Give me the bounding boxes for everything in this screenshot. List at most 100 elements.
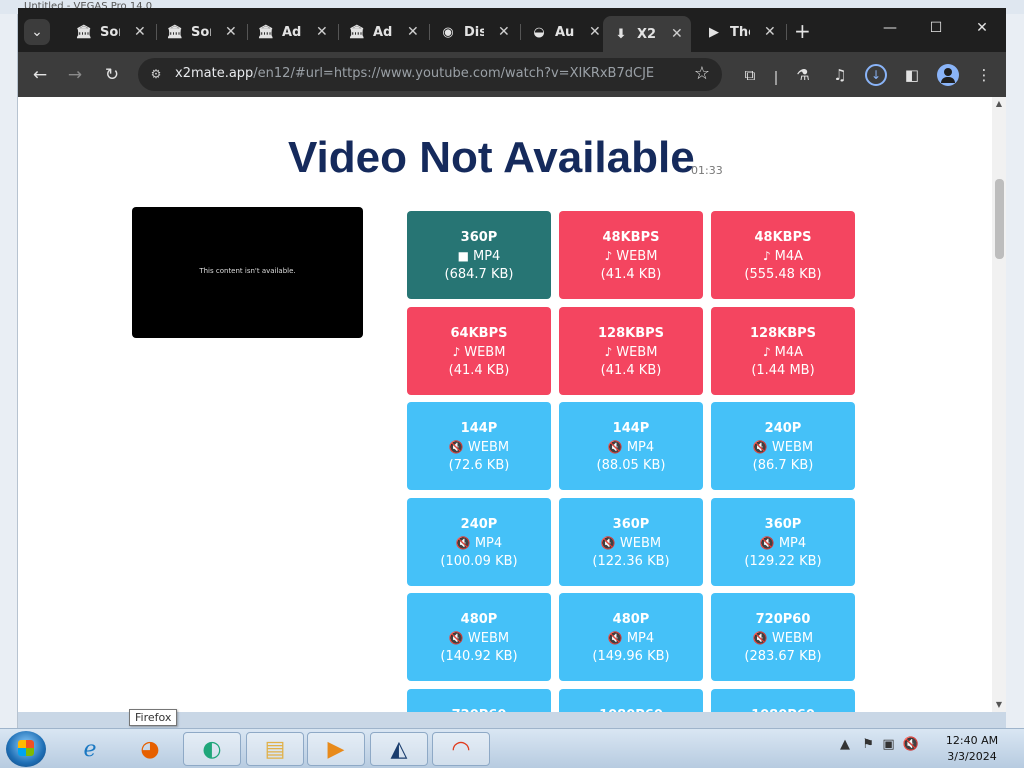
show-hidden-icons-icon[interactable]: ▲: [840, 737, 850, 752]
taskbar-app-audacity[interactable]: ◠: [432, 732, 490, 766]
browser-toolbar: ← → ↻ ⚙ x2mate.app/en12/#url=https://www…: [18, 52, 1006, 97]
labs-flask-icon[interactable]: ⚗: [793, 65, 813, 85]
extensions-icon[interactable]: ⧉: [740, 65, 760, 85]
download-option-button[interactable]: 360P 🔇 MP4 (129.22 KB): [711, 497, 855, 586]
option-size: (41.4 KB): [448, 362, 510, 378]
new-tab-button[interactable]: +: [794, 21, 811, 41]
download-option-button[interactable]: 128KBPS ♪ M4A (1.44 MB): [711, 306, 855, 395]
option-size: (149.96 KB): [592, 649, 670, 664]
tab-close-icon[interactable]: ✕: [225, 24, 237, 40]
menu-kebab-icon[interactable]: ⋮: [974, 65, 994, 85]
tab-close-icon[interactable]: ✕: [764, 24, 776, 40]
minimize-button[interactable]: —: [870, 20, 910, 36]
download-option-button[interactable]: 360P 🔇 WEBM (122.36 KB): [559, 497, 703, 586]
download-option-button[interactable]: 1080P60: [559, 688, 703, 712]
media-player-icon: ▶: [327, 736, 345, 762]
tab-close-icon[interactable]: ✕: [407, 24, 419, 40]
video-player[interactable]: This content isn't available.: [132, 207, 363, 338]
vegas-icon: ◭: [390, 736, 408, 762]
option-format: M4A: [774, 249, 804, 264]
taskbar-app-internet-explorer[interactable]: ℯ: [61, 732, 119, 766]
taskbar-app-media-player[interactable]: ▶: [307, 732, 365, 766]
address-bar[interactable]: ⚙ x2mate.app/en12/#url=https://www.youtu…: [138, 58, 722, 91]
browser-tab[interactable]: 🏛 Son ✕: [66, 16, 157, 48]
browser-tab[interactable]: ◉ Dis ✕: [430, 16, 521, 48]
option-size: (41.4 KB): [600, 362, 662, 378]
volume-muted-icon[interactable]: 🔇: [903, 737, 919, 752]
download-option-button[interactable]: 720P60 🔇 WEBM (283.67 KB): [711, 593, 855, 681]
download-option-button[interactable]: 128KBPS ♪ WEBM (41.4 KB): [559, 306, 703, 395]
taskbar-app-file-explorer[interactable]: ▤: [246, 732, 304, 766]
browser-window: ⌄ 🏛 Son ✕ 🏛 Son ✕ 🏛 Adc ✕ 🏛 Adc ✕ ◉ Dis ✕ ◒ Auc ✕ ⬇ X2M ✕ ▶ Th…: [18, 8, 1006, 712]
browser-tab[interactable]: 🏛 Son ✕: [157, 16, 248, 48]
download-option-button[interactable]: 144P 🔇 MP4 (88.05 KB): [559, 402, 703, 490]
download-option-button[interactable]: 1080P60: [711, 688, 855, 712]
maximize-button[interactable]: ☐: [916, 20, 956, 36]
browser-tab[interactable]: 🏛 Adc ✕: [339, 16, 430, 48]
taskbar-app-vegas-pro[interactable]: ◭: [370, 732, 428, 766]
download-option-button[interactable]: 48KBPS ♪ WEBM (41.4 KB): [559, 211, 703, 299]
reload-button[interactable]: ↻: [101, 64, 123, 86]
muted-speaker-icon: 🔇: [759, 535, 775, 550]
browser-tab[interactable]: 🏛 Adc ✕: [248, 16, 339, 48]
option-format-row: ♪ WEBM: [559, 343, 703, 362]
bank-icon: 🏛: [348, 24, 366, 40]
forward-button[interactable]: →: [64, 64, 86, 86]
tab-title: Dis: [464, 24, 484, 40]
download-option-button[interactable]: 480P 🔇 WEBM (140.92 KB): [407, 593, 551, 681]
tab-search-button[interactable]: ⌄: [24, 19, 50, 45]
tab-close-icon[interactable]: ✕: [134, 24, 146, 40]
start-button[interactable]: [6, 731, 46, 767]
option-size: (555.48 KB): [744, 267, 822, 282]
option-format: MP4: [473, 249, 501, 264]
browser-tab[interactable]: ▶ The ✕: [696, 16, 787, 48]
tab-title: Son: [100, 24, 120, 40]
youtube-icon: ▶: [709, 24, 719, 40]
back-button[interactable]: ←: [29, 64, 51, 86]
video-duration: 01:33: [691, 164, 723, 177]
side-panel-icon[interactable]: ◧: [902, 65, 922, 85]
profile-avatar-icon[interactable]: [937, 64, 959, 86]
music-note-icon: ♪: [762, 249, 771, 263]
page-scrollbar[interactable]: ▲ ▼: [992, 97, 1006, 712]
network-icon[interactable]: ▣: [882, 737, 894, 752]
scrollbar-thumb[interactable]: [995, 179, 1004, 259]
system-clock[interactable]: 12:40 AM 3/3/2024: [930, 733, 1014, 765]
option-format: M4A: [774, 344, 804, 360]
tab-close-icon[interactable]: ✕: [589, 24, 601, 40]
muted-speaker-icon: 🔇: [607, 440, 623, 454]
option-quality: 144P: [460, 421, 498, 436]
tab-title: Adc: [282, 24, 302, 40]
download-option-button[interactable]: 720P60: [407, 688, 551, 712]
muted-speaker-icon: 🔇: [455, 535, 471, 550]
download-option-button[interactable]: 240P 🔇 MP4 (100.09 KB): [407, 497, 551, 586]
page-title: Video Not Available: [288, 133, 695, 182]
site-info-icon[interactable]: ⚙: [148, 66, 164, 82]
close-window-button[interactable]: ✕: [962, 20, 1002, 36]
bookmark-star-icon[interactable]: ☆: [694, 63, 710, 84]
option-format: MP4: [626, 440, 655, 455]
scroll-up-icon[interactable]: ▲: [995, 99, 1003, 108]
scroll-down-icon[interactable]: ▼: [995, 700, 1003, 709]
download-option-button[interactable]: 48KBPS ♪ M4A (555.48 KB): [711, 211, 855, 299]
browser-tab[interactable]: ⬇ X2M ✕: [603, 16, 691, 52]
tab-close-icon[interactable]: ✕: [316, 24, 328, 40]
option-format-row: 🔇 WEBM: [407, 438, 551, 457]
download-option-button[interactable]: 144P 🔇 WEBM (72.6 KB): [407, 402, 551, 490]
option-format-row: ■ MP4: [407, 247, 551, 266]
media-control-icon[interactable]: ♫: [830, 65, 850, 85]
download-option-button[interactable]: 480P 🔇 MP4 (149.96 KB): [559, 593, 703, 681]
tab-close-icon[interactable]: ✕: [671, 26, 683, 42]
url-text[interactable]: x2mate.app/en12/#url=https://www.youtube…: [175, 66, 654, 81]
browser-tab[interactable]: ◒ Auc ✕: [521, 16, 611, 48]
download-option-button[interactable]: 64KBPS ♪ WEBM (41.4 KB): [407, 306, 551, 395]
download-option-button[interactable]: 360P ■ MP4 (684.7 KB): [407, 211, 551, 299]
clock-date: 3/3/2024: [947, 750, 997, 763]
action-center-flag-icon[interactable]: ⚑: [862, 737, 874, 752]
taskbar-app-edge[interactable]: ◐: [183, 732, 241, 766]
taskbar-app-firefox[interactable]: ◕: [121, 732, 179, 766]
download-progress-icon[interactable]: ↓: [865, 64, 887, 86]
download-option-button[interactable]: 240P 🔇 WEBM (86.7 KB): [711, 402, 855, 490]
option-size: (1.44 MB): [751, 362, 815, 378]
tab-close-icon[interactable]: ✕: [498, 24, 510, 40]
